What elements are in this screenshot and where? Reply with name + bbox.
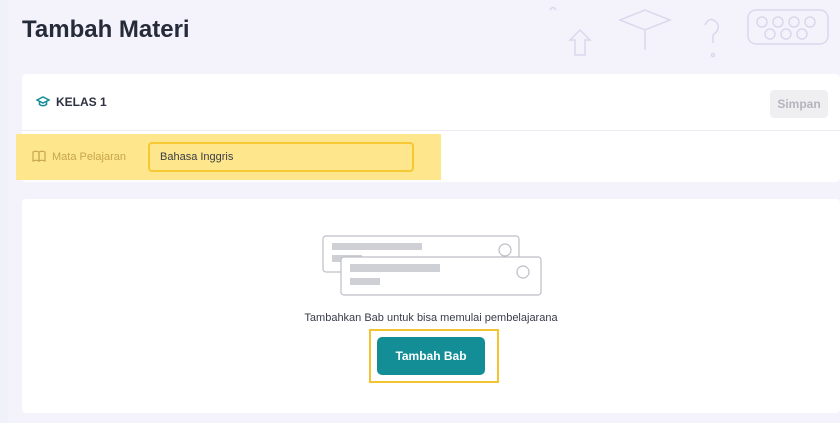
save-button[interactable]: Simpan <box>770 90 828 118</box>
class-header: KELAS 1 <box>22 74 840 131</box>
class-card: KELAS 1 Simpan Mata Pelajaran Bahasa Ing… <box>16 74 840 182</box>
subject-label: Mata Pelajaran <box>52 151 126 163</box>
add-chapter-button[interactable]: Tambah Bab <box>377 337 485 375</box>
book-icon <box>32 149 46 163</box>
class-label: KELAS 1 <box>56 95 107 109</box>
subject-row: Mata Pelajaran Bahasa Inggris <box>16 134 441 180</box>
empty-state-message: Tambahkan Bab untuk bisa memulai pembela… <box>304 312 558 324</box>
subject-input[interactable]: Bahasa Inggris <box>148 142 414 172</box>
chapter-card: Tambahkan Bab untuk bisa memulai pembela… <box>22 199 840 413</box>
empty-state-illustration <box>322 235 542 296</box>
graduation-cap-icon <box>36 95 50 109</box>
page-title: Tambah Materi <box>22 16 190 43</box>
page-container: Tambah Materi KELAS 1 Simpan Mata Pelaja… <box>8 0 840 423</box>
